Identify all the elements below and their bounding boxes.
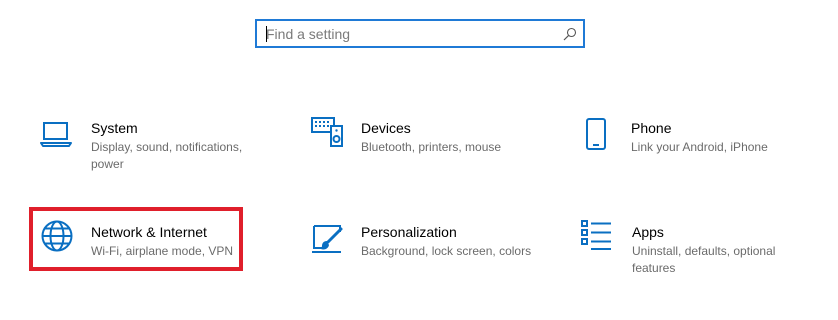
tile-personalization[interactable]: Personalization Background, lock screen,… bbox=[311, 222, 551, 292]
paint-brush-icon bbox=[312, 225, 343, 253]
tile-title: Apps bbox=[632, 224, 664, 240]
search-icon[interactable] bbox=[563, 27, 577, 41]
tile-devices[interactable]: Devices Bluetooth, printers, mouse bbox=[311, 117, 551, 188]
globe-icon bbox=[41, 220, 73, 252]
tile-system[interactable]: System Display, sound, notifications, po… bbox=[40, 118, 280, 188]
text-caret bbox=[266, 26, 267, 42]
keyboard-speaker-icon bbox=[311, 117, 343, 147]
tile-description: Bluetooth, printers, mouse bbox=[361, 140, 502, 154]
tile-description: Wi-Fi, airplane mode, VPN bbox=[91, 244, 234, 258]
tile-apps[interactable]: Apps Uninstall, defaults, optional featu… bbox=[580, 220, 820, 292]
apps-list-icon bbox=[581, 220, 611, 250]
phone-icon bbox=[586, 118, 606, 150]
tile-title: Phone bbox=[631, 120, 672, 136]
tile-title: Network & Internet bbox=[91, 224, 207, 240]
tile-title: Personalization bbox=[361, 224, 457, 240]
search-box[interactable] bbox=[255, 19, 585, 48]
settings-home: System Display, sound, notifications, po… bbox=[0, 0, 838, 320]
tile-description: Link your Android, iPhone bbox=[631, 140, 768, 154]
tile-network-internet[interactable]: Network & Internet Wi-Fi, airplane mode,… bbox=[40, 220, 280, 292]
laptop-icon bbox=[40, 122, 72, 147]
search-input[interactable] bbox=[266, 21, 556, 46]
tile-title: System bbox=[91, 120, 138, 136]
tile-description: Uninstall, defaults, optional features bbox=[632, 244, 776, 275]
tile-description: Background, lock screen, colors bbox=[361, 244, 532, 258]
tile-description: Display, sound, notifications, power bbox=[91, 140, 243, 171]
tile-title: Devices bbox=[361, 120, 411, 136]
tile-phone[interactable]: Phone Link your Android, iPhone bbox=[580, 118, 820, 188]
